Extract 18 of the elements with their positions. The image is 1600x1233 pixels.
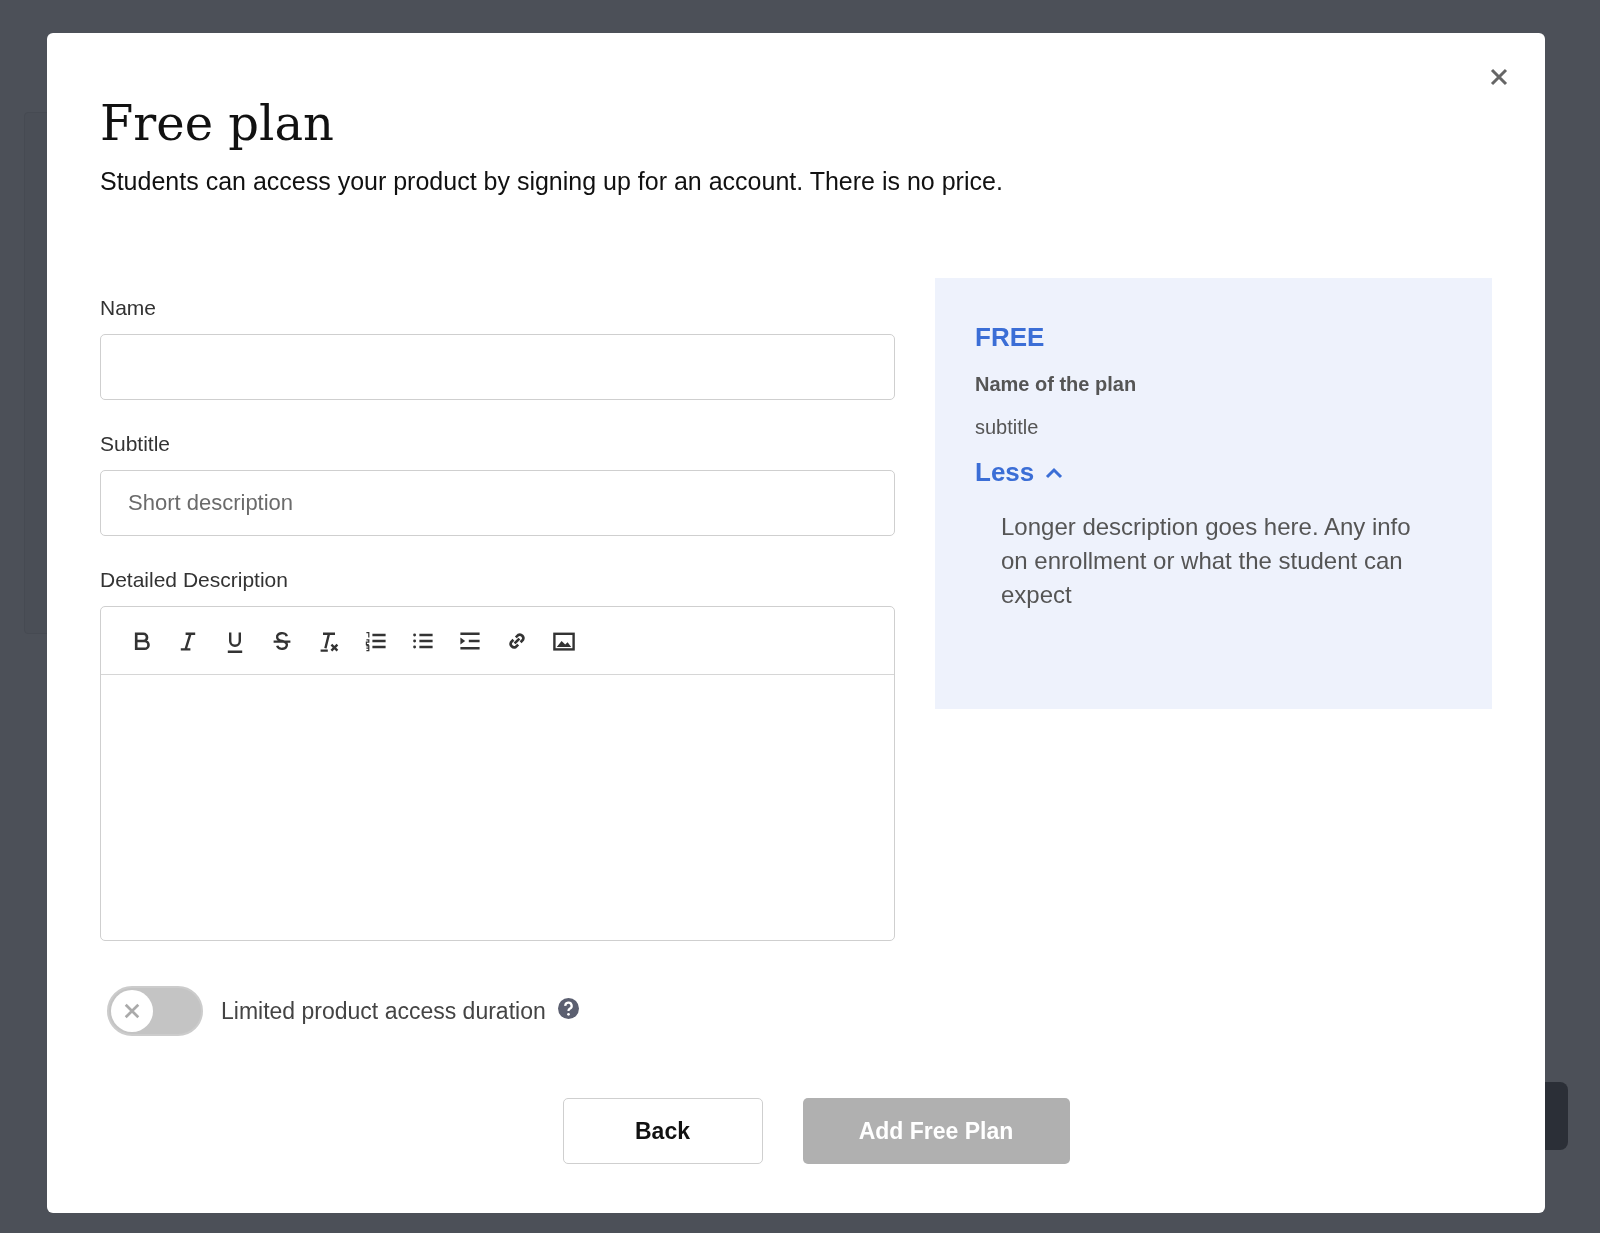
input-field[interactable]: Short description	[100, 470, 895, 536]
close-icon	[1489, 67, 1509, 87]
input-field[interactable]	[100, 334, 895, 400]
field-label: Name	[100, 296, 158, 320]
modal-subtitle: Students can access your product by signing up for an account. There is no price.	[100, 167, 1004, 196]
toggle-label: Limited product access duration	[221, 997, 546, 1025]
plan-description: Longer description goes here. Any info on enrollment or what the student can expect	[1001, 512, 1412, 610]
plan-name: Name of the plan	[975, 373, 1138, 396]
back-button[interactable]: Back	[562, 1098, 763, 1164]
plan-type-label: FREE	[975, 322, 1046, 353]
help-icon[interactable]	[557, 997, 579, 1019]
field-label: Detailed Description	[100, 568, 289, 592]
less-toggle[interactable]: Less	[975, 457, 1065, 488]
modal-title: Free plan	[100, 95, 335, 151]
plan-subtitle: subtitle	[975, 416, 1040, 439]
x-icon	[123, 1002, 141, 1020]
field-label: Subtitle	[100, 432, 172, 456]
toggle-switch[interactable]	[107, 986, 203, 1036]
